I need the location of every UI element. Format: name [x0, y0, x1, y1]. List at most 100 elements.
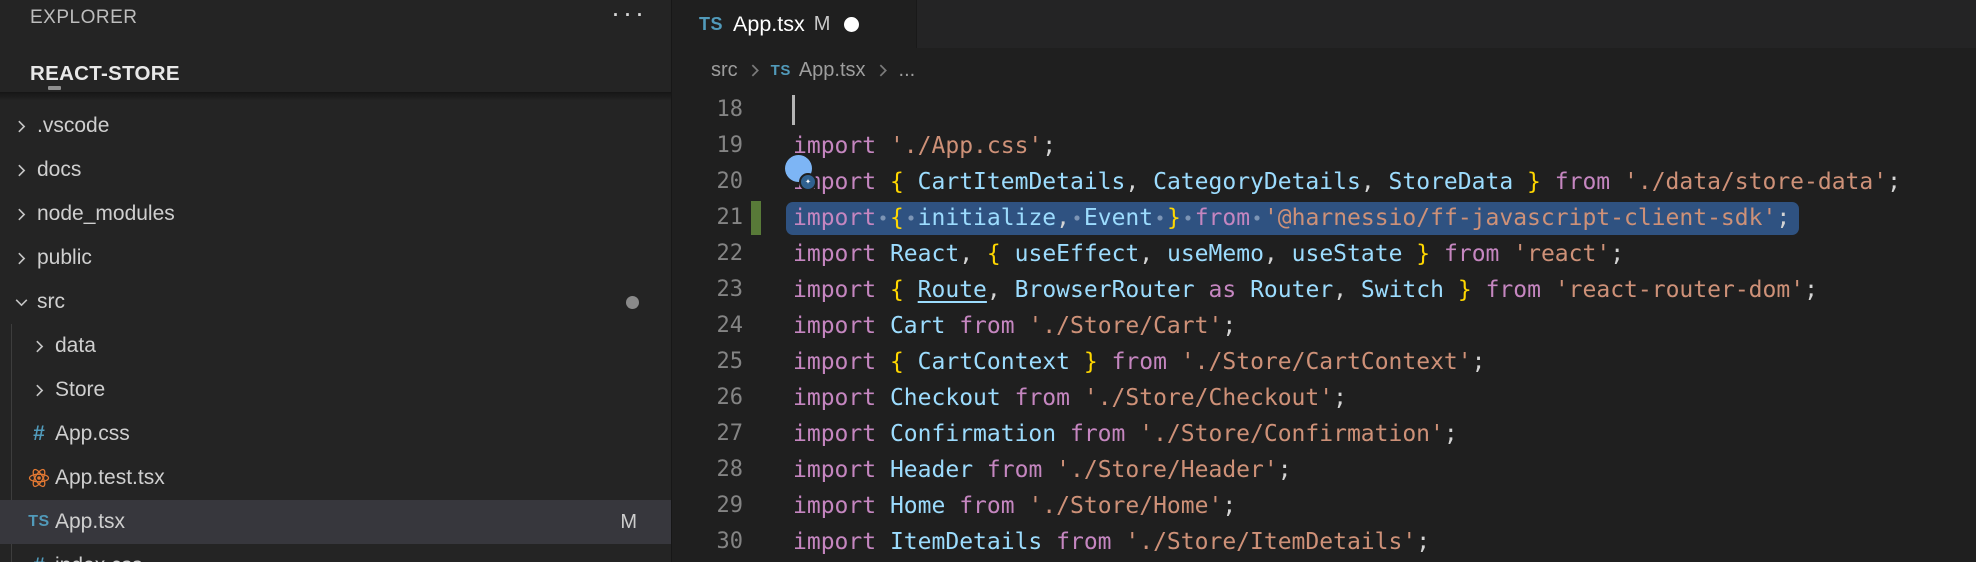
code-line-29[interactable]: 29import Home from './Store/Home'; [673, 488, 1976, 524]
tree-item--vscode[interactable]: .vscode [0, 104, 671, 148]
code-token: Event [1084, 205, 1153, 231]
line-number: 29 [673, 488, 743, 524]
whitespace [1112, 529, 1126, 555]
code-token: } [1458, 277, 1472, 303]
tree-item-label: public [37, 246, 92, 270]
code-token: React [890, 241, 959, 267]
code-line-21[interactable]: 21import { initialize, Event } from '@ha… [673, 200, 1976, 236]
code-token: './Store/Cart' [1028, 313, 1222, 339]
line-number: 27 [673, 416, 743, 452]
breadcrumb-item-App-tsx[interactable]: TSApp.tsx [771, 59, 866, 82]
code-token: './Store/Home' [1028, 493, 1222, 519]
code-line-19[interactable]: 19import './App.css'; [673, 128, 1976, 164]
code-line-24[interactable]: 24import Cart from './Store/Cart'; [673, 308, 1976, 344]
whitespace [1236, 277, 1250, 303]
whitespace [1098, 349, 1112, 375]
tab-git-modified-badge: M [814, 13, 831, 36]
unsaved-indicator-dot[interactable] [844, 17, 859, 32]
code-token: , [1056, 205, 1070, 231]
whitespace [876, 385, 890, 411]
code-token: , [959, 241, 973, 267]
code-token: ; [1333, 385, 1347, 411]
code-token: Switch [1361, 277, 1444, 303]
code-token: 'react' [1513, 241, 1610, 267]
code-line-28[interactable]: 28import Header from './Store/Header'; [673, 452, 1976, 488]
tree-item-label: src [37, 290, 65, 314]
line-number: 23 [673, 272, 743, 308]
code-token: ; [1472, 349, 1486, 375]
chevron-right-icon [8, 202, 34, 226]
code-token: import [793, 421, 876, 447]
whitespace [1167, 349, 1181, 375]
code-token: from [1555, 169, 1610, 195]
code-token: import [793, 457, 876, 483]
whitespace [1347, 277, 1361, 303]
code-line-27[interactable]: 27import Confirmation from './Store/Conf… [673, 416, 1976, 452]
whitespace [876, 529, 890, 555]
code-token: { [987, 241, 1001, 267]
code-token: as [1209, 277, 1237, 303]
whitespace [876, 313, 890, 339]
whitespace [1499, 241, 1513, 267]
code-token: ; [1610, 241, 1624, 267]
code-line-23[interactable]: 23import { Route, BrowserRouter as Route… [673, 272, 1976, 308]
code-token: Cart [890, 313, 945, 339]
code-token: import [793, 205, 876, 231]
whitespace [1015, 493, 1029, 519]
whitespace [1472, 277, 1486, 303]
whitespace [973, 241, 987, 267]
code-line-26[interactable]: 26import Checkout from './Store/Checkout… [673, 380, 1976, 416]
code-token: CartContext [918, 349, 1070, 375]
whitespace [904, 169, 918, 195]
code-token: } [1527, 169, 1541, 195]
code-token: Checkout [890, 385, 1001, 411]
code-token: ; [1222, 493, 1236, 519]
tab-app-tsx[interactable]: TS App.tsx M [673, 0, 917, 48]
code-line-22[interactable]: 22import React, { useEffect, useMemo, us… [673, 236, 1976, 272]
whitespace [876, 457, 890, 483]
code-line-25[interactable]: 25import { CartContext } from './Store/C… [673, 344, 1976, 380]
tree-item-App-css[interactable]: #App.css [0, 412, 671, 456]
tree-item-Store[interactable]: Store [0, 368, 671, 412]
code-token: ; [1222, 313, 1236, 339]
code-line-18[interactable]: 18 [673, 92, 1976, 128]
tree-item-label: data [55, 334, 96, 358]
code-line-20[interactable]: 20import { CartItemDetails, CategoryDeta… [673, 164, 1976, 200]
tree-item-node_modules[interactable]: node_modules [0, 192, 671, 236]
code-token: Confirmation [890, 421, 1056, 447]
whitespace [876, 241, 890, 267]
line-number: 20 [673, 164, 743, 200]
line-number: 30 [673, 524, 743, 560]
code-token: , [1264, 241, 1278, 267]
chevron-right-icon [8, 246, 34, 270]
tree-item-data[interactable]: data [0, 324, 671, 368]
code-token: StoreData [1389, 169, 1514, 195]
explorer-title: EXPLORER [30, 7, 137, 29]
tree-item-public[interactable]: public [0, 236, 671, 280]
whitespace [876, 169, 890, 195]
project-section-header[interactable]: REACT-STORE [0, 56, 671, 92]
breadcrumb-item-src[interactable]: src [711, 59, 738, 82]
git-gutter-added-bar [751, 201, 761, 235]
tree-item-index-css[interactable]: #index.css [0, 544, 671, 562]
breadcrumb-separator-icon [748, 63, 761, 78]
whitespace [973, 457, 987, 483]
tree-item-App-test-tsx[interactable]: App.test.tsx [0, 456, 671, 500]
code-token: from [1444, 241, 1499, 267]
tab-label: App.tsx [733, 12, 805, 37]
breadcrumb-item----[interactable]: ... [899, 59, 916, 82]
whitespace [1125, 421, 1139, 447]
tree-item-App-tsx[interactable]: TSApp.tsxM [0, 500, 671, 544]
line-number: 18 [673, 92, 743, 128]
css-icon: # [26, 554, 52, 562]
more-actions-icon[interactable]: ··· [611, 0, 647, 29]
tree-item-label: App.tsx [55, 510, 125, 534]
whitespace [1541, 277, 1555, 303]
code-token: ; [1804, 277, 1818, 303]
whitespace [1001, 277, 1015, 303]
tree-item-docs[interactable]: docs [0, 148, 671, 192]
code-line-30[interactable]: 30import ItemDetails from './Store/ItemD… [673, 524, 1976, 560]
tree-item-src[interactable]: src [0, 280, 671, 324]
code-token: import [793, 133, 876, 159]
code-token: ItemDetails [890, 529, 1042, 555]
